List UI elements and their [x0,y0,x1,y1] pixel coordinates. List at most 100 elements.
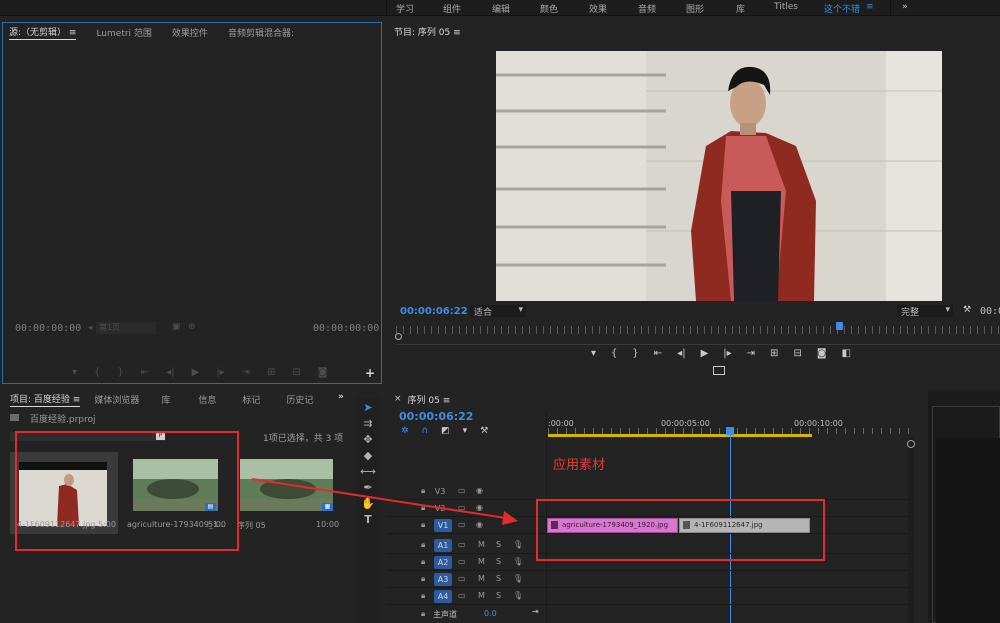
sync-lock-icon[interactable]: ▭ [458,557,466,566]
workspace-graphics[interactable]: 图形 [686,2,704,15]
ripple-edit-tool-icon[interactable]: ✥ [356,434,380,445]
mute-button[interactable]: M [478,557,485,566]
comparison-view-icon[interactable]: ◧ [842,348,851,359]
vr-video-icon[interactable] [713,366,725,375]
timeline-scrollbar[interactable] [908,437,914,623]
microphone-icon[interactable]: 🎙︎ [513,557,523,566]
fit-select[interactable]: 适合 ▾ [470,305,526,318]
extract-icon[interactable]: ⊟ [793,348,801,359]
program-playhead[interactable] [836,322,843,330]
tab-history[interactable]: 历史记 [286,393,313,406]
track-name[interactable]: A2 [434,556,452,569]
selection-tool-icon[interactable]: ➤ [356,402,380,413]
close-icon[interactable]: × [394,394,402,404]
marker-icon[interactable]: ▾ [72,367,77,378]
workspace-color[interactable]: 颜色 [540,2,558,15]
workspace-libraries[interactable]: 库 [736,2,745,15]
workspace-effects[interactable]: 效果 [589,2,607,15]
tab-audio-clip-mixer[interactable]: 音频剪辑混合器: [228,26,294,39]
solo-button[interactable]: S [496,574,501,583]
mute-button[interactable]: M [478,574,485,583]
step-back-icon[interactable]: ◂| [166,367,174,378]
mark-out-icon[interactable]: } [632,348,638,359]
track-lock-icon[interactable]: 🔒︎ [421,557,425,567]
mute-button[interactable]: M [478,540,485,549]
microphone-icon[interactable]: 🎙︎ [513,540,523,549]
timeline-playhead-handle[interactable] [726,427,734,435]
add-marker-icon[interactable]: ▾ [463,426,468,436]
overwrite-icon[interactable]: ⊟ [292,367,300,378]
tab-program[interactable]: 节目: 序列 05 ≡ [394,25,461,38]
sync-lock-icon[interactable]: ▭ [458,540,466,549]
program-ruler[interactable] [396,326,1000,334]
razor-tool-icon[interactable]: ◆ [356,450,380,461]
camera-icon[interactable]: ◙ [817,348,827,359]
linked-selection-icon[interactable]: ◩ [441,426,450,436]
solo-button[interactable]: S [496,540,501,549]
tab-info[interactable]: 信息 [198,393,216,406]
microphone-icon[interactable]: 🎙︎ [513,591,523,600]
timeline-settings-icon[interactable]: ⚒ [480,426,488,436]
step-forward-icon[interactable]: |▸ [723,348,731,359]
track-lock-icon[interactable]: 🔒︎ [421,609,425,619]
tab-lumetri-scopes[interactable]: Lumetri 范围 [96,26,151,39]
more-workspaces-icon[interactable]: » [902,2,908,12]
sync-lock-icon[interactable]: ▭ [458,591,466,600]
work-area-bar[interactable] [548,434,812,437]
step-back-icon[interactable]: ◂| [677,348,685,359]
program-timecode[interactable]: 00:00:06:22 [400,306,468,317]
workspace-menu-icon[interactable]: ≡ [866,2,874,12]
timeline-timecode[interactable]: 00:00:06:22 [399,410,473,423]
nest-icon[interactable]: ✲ [401,426,409,436]
add-marker-icon[interactable]: ▾ [591,348,596,359]
mark-in-icon[interactable]: { [611,348,617,359]
track-name[interactable]: A4 [434,590,452,603]
tab-libraries[interactable]: 库 [161,393,170,406]
workspace-learn[interactable]: 学习 [396,2,414,15]
add-button-icon[interactable]: + [365,366,375,380]
workspace-assembly[interactable]: 组件 [443,2,461,15]
go-to-in-icon[interactable]: ⇤ [141,367,149,378]
sync-lock-icon[interactable]: ▭ [458,574,466,583]
wrench-icon[interactable]: ⚒ [963,305,971,315]
track-select-tool-icon[interactable]: ⇉ [356,418,380,429]
track-name[interactable]: A3 [434,573,452,586]
solo-button[interactable]: S [496,557,501,566]
solo-button[interactable]: S [496,591,501,600]
program-zoom-handle[interactable] [395,333,402,340]
track-name[interactable]: A1 [434,539,452,552]
microphone-icon[interactable]: 🎙︎ [513,574,523,583]
workspace-custom[interactable]: 这个不错 [824,2,860,15]
tab-markers[interactable]: 标记 [242,393,260,406]
go-to-end-icon[interactable]: ⇥ [532,607,539,616]
tab-source[interactable]: 源:（无剪辑） ≡ [9,25,77,40]
track-lock-icon[interactable]: 🔒︎ [421,591,425,601]
mute-button[interactable]: M [478,591,485,600]
source-zoom-select[interactable]: 第1页 [96,322,156,334]
insert-icon[interactable]: ⊞ [267,367,275,378]
step-forward-icon[interactable]: |▸ [216,367,224,378]
track-lock-icon[interactable]: 🔒︎ [421,540,425,550]
playback-quality-select[interactable]: 完整 ▾ [897,305,953,318]
go-to-in-icon[interactable]: ⇤ [654,348,662,359]
snap-icon[interactable]: ∩ [422,426,429,436]
lift-icon[interactable]: ⊞ [770,348,778,359]
more-panels-icon[interactable]: » [338,392,344,402]
play-icon[interactable]: ▶ [192,367,200,378]
workspace-audio[interactable]: 音频 [638,2,656,15]
workspace-editing[interactable]: 编辑 [492,2,510,15]
go-to-out-icon[interactable]: ⇥ [747,348,755,359]
go-to-out-icon[interactable]: ⇥ [242,367,250,378]
play-icon[interactable]: ▶ [701,348,709,359]
mark-out-icon[interactable]: } [117,367,123,378]
source-timecode-left[interactable]: 00:00:00:00 [15,323,81,334]
tab-media-browser[interactable]: 媒体浏览器 [94,393,139,406]
master-volume-value[interactable]: 0.0 [484,609,497,618]
mark-in-icon[interactable]: { [94,367,100,378]
track-lock-icon[interactable]: 🔒︎ [421,574,425,584]
tab-project[interactable]: 项目: 百度经验 ≡ [10,392,81,407]
workspace-titles[interactable]: Titles [774,2,798,12]
scrollbar-handle[interactable] [907,440,915,448]
tab-sequence[interactable]: 序列 05 ≡ [408,393,451,406]
tab-effect-controls[interactable]: 效果控件 [172,26,208,39]
